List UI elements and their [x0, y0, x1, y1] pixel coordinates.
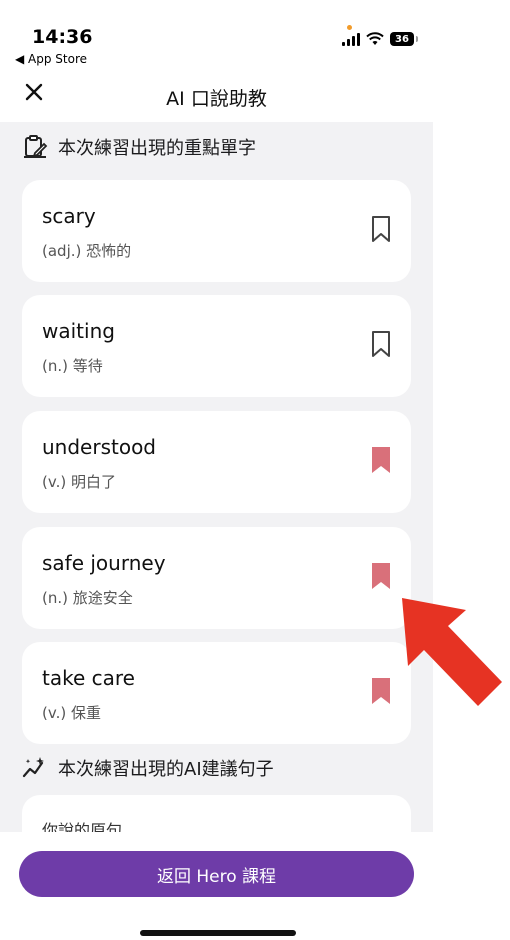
bookmark-filled-icon[interactable]	[371, 562, 391, 590]
sparkle-chart-icon	[22, 757, 44, 778]
practice-summary-scroll[interactable]: 本次練習出現的重點單字 scary (adj.) 恐怖的 waiting (n.…	[0, 122, 433, 832]
annotation-arrow-icon	[402, 598, 502, 706]
wifi-icon	[366, 32, 384, 45]
bookmark-filled-icon[interactable]	[371, 677, 391, 705]
vocab-word: waiting	[42, 319, 115, 343]
privacy-indicator-dot	[347, 25, 352, 30]
sentence-section-title: 本次練習出現的AI建議句子	[58, 759, 274, 780]
bookmark-outline-icon[interactable]	[371, 330, 391, 358]
bookmark-outline-icon[interactable]	[371, 215, 391, 243]
vocab-card-safe-journey[interactable]: safe journey (n.) 旅途安全	[22, 527, 411, 629]
vocab-card-understood[interactable]: understood (v.) 明白了	[22, 411, 411, 513]
page-title: AI 口說助教	[166, 88, 267, 110]
vocab-definition: (adj.) 恐怖的	[42, 242, 132, 260]
signal-icon	[342, 32, 360, 46]
vocab-card-scary[interactable]: scary (adj.) 恐怖的	[22, 180, 411, 282]
home-indicator	[140, 930, 296, 936]
status-icons: 36	[342, 32, 418, 46]
vocab-definition: (n.) 等待	[42, 357, 103, 375]
vocab-section-header: 本次練習出現的重點單字	[22, 134, 256, 160]
clipboard-edit-icon	[24, 135, 48, 158]
vocab-definition: (v.) 保重	[42, 704, 101, 722]
vocab-section-title: 本次練習出現的重點單字	[58, 138, 256, 159]
sentence-card[interactable]: 你說的原句	[22, 795, 411, 832]
return-to-hero-course-button[interactable]: 返回 Hero 課程	[19, 851, 414, 897]
vocab-word: scary	[42, 204, 96, 228]
original-sentence-label: 你說的原句	[42, 821, 123, 832]
battery-icon: 36	[390, 32, 418, 46]
vocab-word: understood	[42, 435, 157, 459]
vocab-card-take-care[interactable]: take care (v.) 保重	[22, 642, 411, 744]
status-bar: 14:36 ◀ App Store 36	[0, 0, 510, 70]
back-to-app-store-link[interactable]: ◀ App Store	[15, 52, 87, 66]
vocab-definition: (v.) 明白了	[42, 473, 116, 491]
sentence-section-header: 本次練習出現的AI建議句子	[22, 755, 274, 781]
vocab-word: safe journey	[42, 551, 166, 575]
vocab-definition: (n.) 旅途安全	[42, 589, 133, 607]
bookmark-filled-icon[interactable]	[371, 446, 391, 474]
vocab-word: take care	[42, 666, 135, 690]
navigation-bar: AI 口說助教	[0, 70, 510, 122]
vocab-card-waiting[interactable]: waiting (n.) 等待	[22, 295, 411, 397]
status-time: 14:36	[32, 26, 93, 48]
